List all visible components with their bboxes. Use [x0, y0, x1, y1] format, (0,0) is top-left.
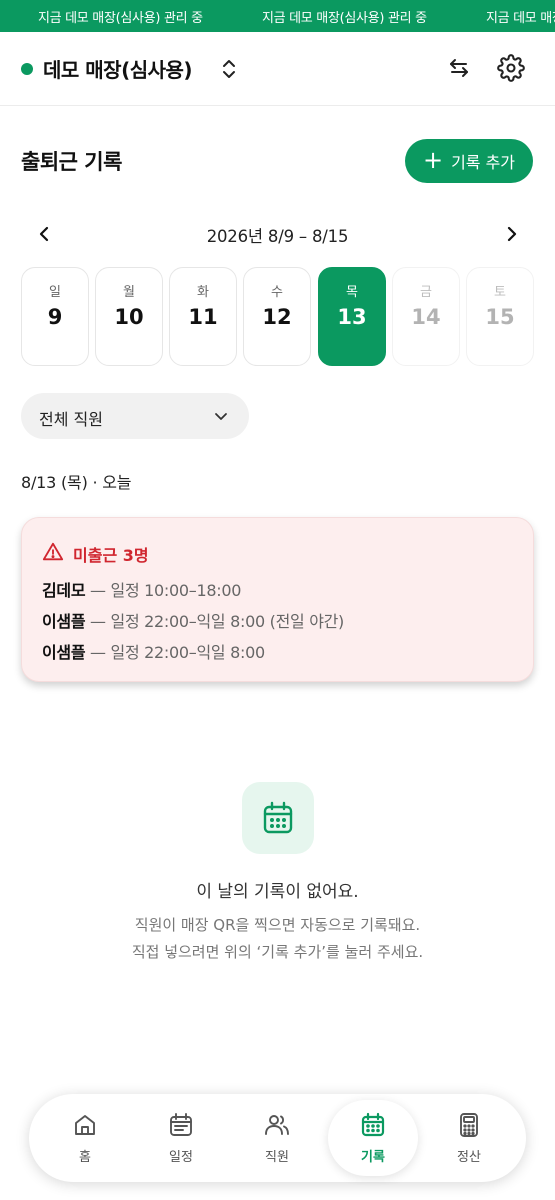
- day-cell[interactable]: 일 9: [21, 267, 89, 366]
- banner-message: 지금 데모 매장(심사용) 관리 중: [38, 11, 203, 26]
- nav-label: 정산: [457, 1150, 481, 1165]
- gear-icon[interactable]: [497, 54, 525, 82]
- day-name: 목: [346, 285, 358, 300]
- day-cell[interactable]: 수 12: [243, 267, 311, 366]
- day-cell[interactable]: 금 14: [392, 267, 460, 366]
- schedule-detail: 일정 10:00–18:00: [110, 581, 242, 600]
- nav-item-settlement[interactable]: 정산: [424, 1100, 514, 1176]
- nav-label: 직원: [265, 1150, 289, 1165]
- app-header: 데모 매장(심사용): [0, 32, 555, 106]
- users-icon: [265, 1115, 289, 1135]
- calendar-grid-icon: [361, 1112, 385, 1137]
- banner-message: 지금 데모 매장(심사용) 관리 중: [262, 11, 427, 26]
- plus-icon: +: [422, 146, 444, 174]
- add-record-button[interactable]: + 기록 추가: [405, 139, 533, 183]
- day-name: 일: [49, 285, 61, 300]
- day-number: 12: [262, 305, 292, 329]
- employee-filter-select[interactable]: 전체 직원: [21, 393, 249, 439]
- employee-name: 김데모: [42, 581, 86, 600]
- absence-row: 이샘플 — 일정 22:00–익일 8:00: [42, 639, 265, 663]
- employee-name: 이샘플: [42, 643, 86, 662]
- store-switch-chevron-icon[interactable]: [218, 57, 240, 81]
- chevron-down-icon: [212, 407, 230, 425]
- day-number: 14: [411, 305, 441, 329]
- employee-name: 이샘플: [42, 612, 86, 631]
- day-cell[interactable]: 월 10: [95, 267, 163, 366]
- empty-state-title: 이 날의 기록이 없어요.: [196, 882, 359, 902]
- row-separator: —: [85, 643, 111, 662]
- nav-item-staff[interactable]: 직원: [232, 1100, 322, 1176]
- employee-filter-value: 전체 직원: [39, 410, 103, 429]
- calculator-icon: [460, 1113, 478, 1137]
- day-number: 15: [485, 305, 515, 329]
- schedule-detail: 일정 22:00–익일 8:00 (전일 야간): [110, 612, 345, 631]
- nav-item-schedule[interactable]: 일정: [136, 1100, 226, 1176]
- page-title: 출퇴근 기록: [21, 150, 122, 174]
- empty-state-description: 직접 넣으려면 위의 ‘기록 추가’를 눌러 주세요.: [131, 943, 424, 961]
- calendar-icon: [170, 1113, 192, 1136]
- nav-label: 일정: [169, 1150, 193, 1165]
- schedule-detail: 일정 22:00–익일 8:00: [110, 643, 266, 662]
- status-banner: 지금 데모 매장(심사용) 관리 중 지금 데모 매장(심사용) 관리 중 지금…: [0, 0, 555, 32]
- absence-alert-card: 미출근 3명 김데모 — 일정 10:00–18:00 이샘플 — 일정 22:…: [21, 517, 534, 682]
- day-name: 월: [123, 285, 135, 300]
- empty-calendar-icon: [242, 782, 314, 854]
- absence-row: 김데모 — 일정 10:00–18:00: [42, 577, 241, 601]
- day-cell[interactable]: 화 11: [169, 267, 237, 366]
- nav-item-home[interactable]: 홈: [40, 1100, 130, 1176]
- banner-message: 지금 데모 매장(심사용) 관리 중: [486, 11, 555, 26]
- store-status-dot: [21, 63, 33, 75]
- row-separator: —: [85, 612, 111, 631]
- day-name: 금: [420, 285, 432, 300]
- empty-state-description: 직원이 매장 QR을 찍으면 자동으로 기록돼요.: [134, 916, 421, 934]
- absence-row: 이샘플 — 일정 22:00–익일 8:00 (전일 야간): [42, 608, 344, 632]
- day-number: 11: [188, 305, 218, 329]
- day-cell[interactable]: 토 15: [466, 267, 534, 366]
- nav-label: 기록: [361, 1150, 385, 1165]
- nav-label: 홈: [79, 1150, 91, 1165]
- day-number: 13: [337, 305, 367, 329]
- day-cell-selected[interactable]: 목 13: [318, 267, 386, 366]
- bottom-nav: 홈 일정 직원 기록 정산: [29, 1094, 526, 1182]
- alert-title: 미출근 3명: [73, 546, 149, 565]
- store-name[interactable]: 데모 매장(심사용): [43, 54, 193, 83]
- row-separator: —: [85, 581, 111, 600]
- add-record-label: 기록 추가: [451, 153, 516, 172]
- swap-arrows-icon[interactable]: [445, 54, 473, 82]
- day-name: 수: [271, 285, 283, 300]
- day-number: 9: [47, 305, 63, 329]
- warning-icon: [42, 541, 64, 563]
- nav-item-records[interactable]: 기록: [328, 1100, 418, 1176]
- day-name: 토: [494, 285, 506, 300]
- home-icon: [75, 1115, 95, 1135]
- chevron-right-icon[interactable]: [499, 222, 523, 246]
- day-name: 화: [197, 285, 209, 300]
- selected-date-label: 8/13 (목) · 오늘: [21, 473, 132, 492]
- week-range-label: 2026년 8/9 – 8/15: [206, 227, 349, 246]
- day-number: 10: [114, 305, 144, 329]
